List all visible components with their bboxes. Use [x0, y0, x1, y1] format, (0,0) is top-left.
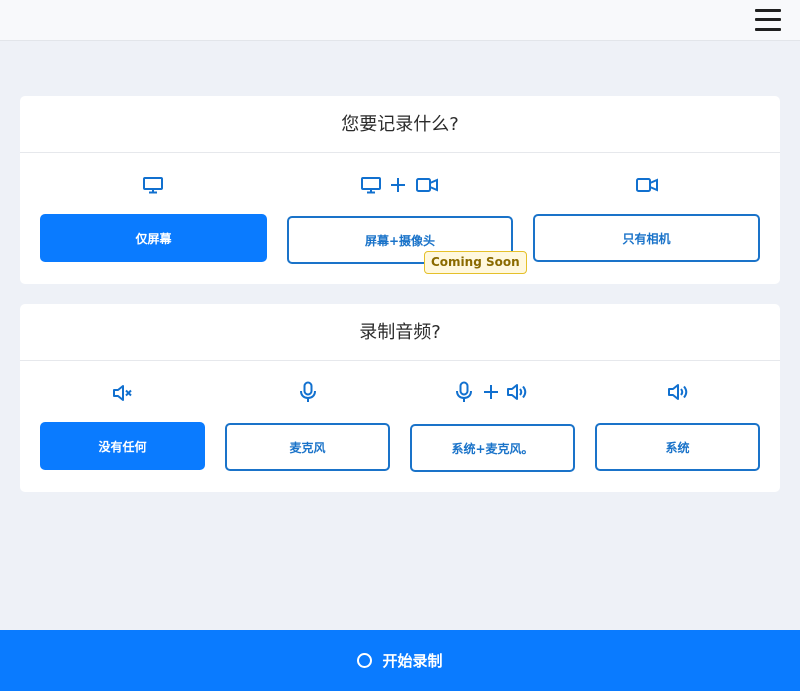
video-source-card: 您要记录什么? 仅屏幕 屏幕+摄像头 Coming Soon 只有相机 [20, 96, 780, 284]
video-source-title: 您要记录什么? [20, 96, 780, 153]
microphone-icon [456, 381, 472, 402]
video-camera-icon [634, 174, 660, 196]
microphone-label: 麦克风 [289, 440, 326, 455]
screen-plus-camera-label: 屏幕+摄像头 [364, 233, 436, 248]
camera-only-button[interactable]: 只有相机 [533, 214, 760, 262]
system-plus-microphone-label: 系统+麦克风。 [451, 441, 534, 456]
record-circle-icon [357, 653, 373, 668]
screen-only-label: 仅屏幕 [135, 231, 172, 246]
audio-source-title: 录制音频? [20, 304, 780, 361]
video-camera-icon [416, 178, 438, 192]
screen-plus-camera-icons [360, 174, 440, 196]
monitor-icon [361, 177, 381, 194]
screen-only-button[interactable]: 仅屏幕 [40, 214, 267, 262]
microphone-button[interactable]: 麦克风 [225, 423, 390, 471]
speaker-icon [507, 384, 527, 400]
start-recording-button[interactable]: 开始录制 [0, 630, 800, 691]
audio-none-label: 没有任何 [98, 439, 147, 454]
system-audio-label: 系统 [665, 440, 690, 455]
plus-icon [484, 385, 498, 399]
speaker-muted-icon [109, 382, 135, 404]
start-recording-label: 开始录制 [382, 652, 443, 670]
camera-only-label: 只有相机 [622, 231, 671, 246]
coming-soon-badge: Coming Soon [424, 251, 527, 274]
speaker-icon [665, 380, 691, 404]
top-bar [0, 0, 800, 41]
audio-source-card: 录制音频? 没有任何 麦克风 系统+麦克风。 系统 [20, 304, 780, 492]
plus-icon [391, 178, 405, 192]
system-audio-button[interactable]: 系统 [595, 423, 760, 471]
hamburger-menu-icon[interactable] [755, 7, 781, 33]
system-plus-microphone-button[interactable]: 系统+麦克风。 [410, 424, 575, 472]
monitor-icon [140, 174, 166, 196]
microphone-icon [296, 380, 320, 404]
audio-none-button[interactable]: 没有任何 [40, 422, 205, 470]
mic-plus-speaker-icons [450, 380, 530, 404]
